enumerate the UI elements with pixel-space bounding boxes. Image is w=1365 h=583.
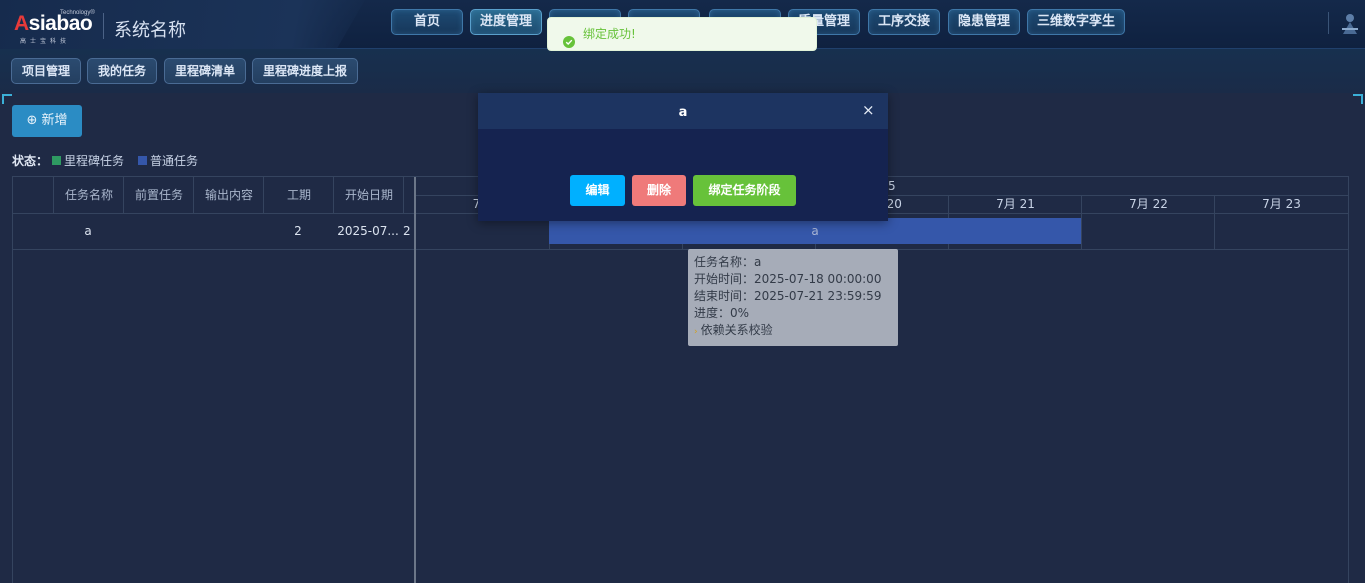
status-legend: 状态： 里程碑任务 普通任务 [12, 152, 198, 169]
gantt-chart: 任务名称 前置任务 输出内容 工期 开始日期 a 2 2025-07... 2 … [12, 176, 1349, 583]
cell-end-peek: 2 [403, 224, 411, 238]
subnav-milestone-report[interactable]: 里程碑进度上报 [252, 58, 358, 84]
check-circle-icon [563, 28, 575, 48]
delete-button[interactable]: 删除 [632, 175, 686, 206]
col-start-date[interactable]: 开始日期 [333, 177, 404, 213]
table-row[interactable]: a 2 2025-07... 2 [13, 214, 414, 250]
user-icon[interactable] [1340, 12, 1360, 36]
timeline-month-label: 5 [888, 179, 896, 193]
nav-home[interactable]: 首页 [391, 9, 463, 35]
cell-predecessor [123, 214, 193, 249]
add-button-label: 新增 [41, 113, 68, 128]
tooltip-end-time: 结束时间：2025-07-21 23:59:59 [694, 289, 882, 303]
bind-stage-button[interactable]: 绑定任务阶段 [693, 175, 796, 206]
cell-output [193, 214, 263, 249]
user-divider [1328, 12, 1329, 34]
add-button[interactable]: ⊕ 新增 [12, 105, 82, 137]
nav-hazard[interactable]: 隐患管理 [948, 9, 1020, 35]
logo-text: Asiabao [14, 12, 93, 35]
edit-button[interactable]: 编辑 [570, 175, 625, 206]
subnav-project-management[interactable]: 项目管理 [11, 58, 81, 84]
subnav-my-tasks[interactable]: 我的任务 [87, 58, 157, 84]
legend-milestone-label: 里程碑任务 [64, 154, 125, 168]
cell-duration: 2 [294, 224, 302, 238]
timeline-day: 7月 21 [948, 195, 1082, 213]
nav-handover[interactable]: 工序交接 [868, 9, 940, 35]
tooltip-dependency-label: 依赖关系校验 [700, 323, 773, 337]
legend-normal-swatch [138, 156, 148, 165]
modal-title: a [678, 105, 688, 120]
tooltip-start-time: 开始时间：2025-07-18 00:00:00 [694, 272, 882, 286]
task-modal: a × 编辑 删除 绑定任务阶段 [478, 93, 888, 221]
timeline-gridline [1081, 213, 1082, 249]
logo-sub-text: 高士宝科技 [20, 38, 71, 45]
task-tooltip: 任务名称：a 开始时间：2025-07-18 00:00:00 结束时间：202… [688, 249, 898, 346]
frame-corner-left [2, 94, 12, 104]
nav-digital-twin[interactable]: 三维数字孪生 [1027, 9, 1125, 35]
cell-start-date: 2025-07... [337, 224, 399, 238]
col-task-name[interactable]: 任务名称 [53, 177, 124, 213]
sub-nav: 项目管理 我的任务 里程碑清单 里程碑进度上报 [0, 49, 1365, 93]
timeline-gridline [1214, 213, 1215, 249]
tooltip-dependency[interactable]: › 依赖关系校验 [694, 322, 892, 341]
col-predecessor[interactable]: 前置任务 [123, 177, 194, 213]
frame-corner-right [1353, 94, 1363, 104]
brand-divider [103, 13, 104, 39]
timeline-day: 7月 23 [1214, 195, 1348, 213]
cell-task-name: a [84, 224, 92, 238]
system-name: 系统名称 [114, 20, 186, 41]
gantt-grid: 任务名称 前置任务 输出内容 工期 开始日期 a 2 2025-07... 2 [13, 177, 416, 583]
chevron-right-icon: › [694, 327, 698, 337]
col-output[interactable]: 输出内容 [193, 177, 264, 213]
legend-milestone-swatch [52, 156, 62, 165]
gantt-timeline: 5 7月 7月 20 7月 21 7月 22 7月 23 a [416, 177, 1348, 583]
legend-normal-label: 普通任务 [150, 154, 199, 168]
modal-header: a [478, 93, 888, 129]
legend-title: 状态： [12, 154, 49, 168]
task-bar[interactable]: a [549, 218, 1081, 244]
col-overflow [403, 177, 415, 213]
tooltip-progress: 进度：0% [694, 306, 750, 320]
logo: Technology® Asiabao 高士宝科技 [14, 10, 95, 45]
grid-header: 任务名称 前置任务 输出内容 工期 开始日期 [13, 177, 414, 214]
close-icon[interactable]: × [862, 103, 875, 118]
col-duration[interactable]: 工期 [263, 177, 334, 213]
nav-progress[interactable]: 进度管理 [470, 9, 542, 35]
plus-circle-icon: ⊕ [26, 113, 38, 128]
subnav-milestone-list[interactable]: 里程碑清单 [164, 58, 246, 84]
tooltip-task-name: 任务名称：a [694, 255, 762, 269]
success-toast: 绑定成功! [547, 17, 817, 51]
timeline-day: 7月 22 [1081, 195, 1215, 213]
toast-message: 绑定成功! [583, 27, 636, 41]
